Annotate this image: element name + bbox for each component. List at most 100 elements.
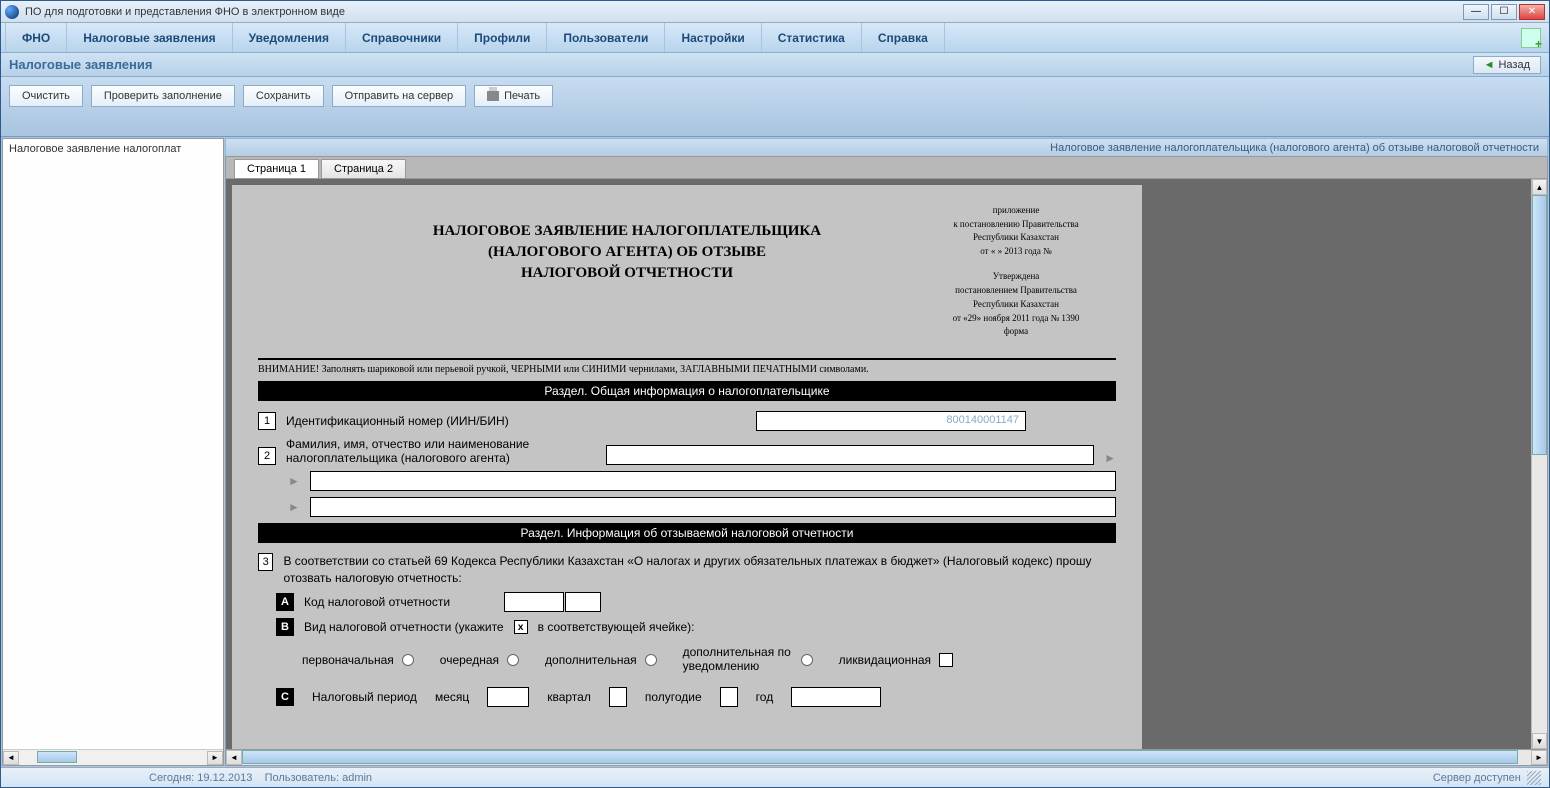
- maximize-button[interactable]: ☐: [1491, 4, 1517, 20]
- form-title: НАЛОГОВОЕ ЗАЯВЛЕНИЕ НАЛОГОПЛАТЕЛЬЩИКА (Н…: [258, 205, 916, 284]
- row-c-label: Налоговый период: [312, 690, 417, 704]
- doc-hscroll-thumb[interactable]: [242, 750, 1518, 764]
- menu-statistics[interactable]: Статистика: [762, 23, 862, 52]
- minimize-button[interactable]: —: [1463, 4, 1489, 20]
- menu-help[interactable]: Справка: [862, 23, 945, 52]
- row-1-label: Идентификационный номер (ИИН/БИН): [286, 414, 746, 428]
- period-quarter-input[interactable]: [609, 687, 627, 707]
- iin-bin-input[interactable]: 800140001147: [756, 411, 1026, 431]
- row-a-letter: A: [276, 593, 294, 611]
- opt-liquidation-check[interactable]: [939, 653, 953, 667]
- scroll-up-icon[interactable]: ▲: [1532, 179, 1547, 195]
- tree-panel: Налоговое заявление налогоплат ◄ ►: [2, 138, 224, 766]
- period-half-label: полугодие: [645, 690, 702, 704]
- doc-hscrollbar[interactable]: ◄ ►: [225, 750, 1548, 766]
- print-icon: [487, 91, 499, 101]
- status-date-label: Сегодня:: [149, 772, 194, 784]
- titlebar: ПО для подготовки и представления ФНО в …: [1, 1, 1549, 23]
- scroll-left-icon[interactable]: ◄: [3, 751, 19, 765]
- menu-tax-applications[interactable]: Налоговые заявления: [67, 23, 232, 52]
- subheader: Налоговые заявления ◄ Назад: [1, 53, 1549, 77]
- tab-page-1[interactable]: Страница 1: [234, 159, 319, 178]
- status-date: 19.12.2013: [197, 772, 252, 784]
- menu-settings[interactable]: Настройки: [665, 23, 761, 52]
- tab-page-2[interactable]: Страница 2: [321, 159, 406, 178]
- back-arrow-icon: ◄: [1484, 59, 1495, 71]
- save-button[interactable]: Сохранить: [243, 85, 324, 107]
- status-server: Сервер доступен: [1433, 772, 1521, 784]
- window-title: ПО для подготовки и представления ФНО в …: [25, 6, 1463, 18]
- opt-additional-label: дополнительная: [545, 653, 637, 667]
- row-3-number: 3: [258, 553, 273, 571]
- document-viewport: НАЛОГОВОЕ ЗАЯВЛЕНИЕ НАЛОГОПЛАТЕЛЬЩИКА (Н…: [226, 179, 1531, 749]
- row-3-text: В соответствии со статьей 69 Кодекса Рес…: [283, 553, 1116, 587]
- row-1-number: 1: [258, 412, 276, 430]
- opt-initial-label: первоначальная: [302, 653, 394, 667]
- clear-button[interactable]: Очистить: [9, 85, 83, 107]
- period-year-input[interactable]: [791, 687, 881, 707]
- print-button[interactable]: Печать: [474, 85, 553, 107]
- menu-directories[interactable]: Справочники: [346, 23, 458, 52]
- back-button[interactable]: ◄ Назад: [1473, 56, 1541, 74]
- section-1-header: Раздел. Общая информация о налогоплатель…: [258, 381, 1116, 401]
- appendix-block: приложение к постановлению Правительства…: [916, 205, 1116, 340]
- form-page: НАЛОГОВОЕ ЗАЯВЛЕНИЕ НАЛОГОПЛАТЕЛЬЩИКА (Н…: [232, 185, 1142, 749]
- doc-vscroll-thumb[interactable]: [1532, 195, 1547, 455]
- tree-hscroll-thumb[interactable]: [37, 751, 77, 763]
- menu-profiles[interactable]: Профили: [458, 23, 547, 52]
- scroll-down-icon[interactable]: ▼: [1532, 733, 1547, 749]
- page-tabs: Страница 1 Страница 2: [225, 156, 1548, 178]
- report-code-input-2[interactable]: [565, 592, 601, 612]
- app-icon: [5, 5, 19, 19]
- taxpayer-name-input-1[interactable]: [606, 445, 1094, 465]
- status-user-label: Пользователь:: [265, 772, 339, 784]
- x-marker-box: x: [514, 620, 528, 634]
- period-month-label: месяц: [435, 690, 469, 704]
- row-2-number: 2: [258, 447, 276, 465]
- report-code-input-1[interactable]: [504, 592, 564, 612]
- menu-fno[interactable]: ФНО: [5, 23, 67, 52]
- row-b-letter: B: [276, 618, 294, 636]
- doc-scroll-left-icon[interactable]: ◄: [226, 750, 242, 765]
- status-user: admin: [342, 772, 372, 784]
- expand-right-icon[interactable]: ►: [1104, 451, 1116, 465]
- section-2-header: Раздел. Информация об отзываемой налогов…: [258, 523, 1116, 543]
- resize-grip-icon[interactable]: [1527, 771, 1541, 785]
- row-b-label: Вид налоговой отчетности (укажите: [304, 620, 504, 634]
- menubar: ФНО Налоговые заявления Уведомления Спра…: [1, 23, 1549, 53]
- close-button[interactable]: ✕: [1519, 4, 1545, 20]
- expand-right-icon-2[interactable]: ►: [288, 474, 300, 488]
- page-subtitle: Налоговые заявления: [9, 57, 1473, 72]
- tree-root-item[interactable]: Налоговое заявление налогоплат: [3, 139, 223, 159]
- statusbar: Сегодня: 19.12.2013 Пользователь: admin …: [1, 767, 1549, 787]
- expand-right-icon-3[interactable]: ►: [288, 500, 300, 514]
- opt-additional-notif-label: дополнительная по уведомлению: [683, 646, 793, 672]
- row-c-letter: C: [276, 688, 294, 706]
- opt-liquidation-label: ликвидационная: [839, 653, 931, 667]
- doc-vscrollbar[interactable]: ▲ ▼: [1531, 179, 1547, 749]
- check-fill-button[interactable]: Проверить заполнение: [91, 85, 235, 107]
- period-year-label: год: [756, 690, 774, 704]
- row-2-label-line2: налогоплательщика (налогового агента): [286, 451, 596, 465]
- doc-scroll-right-icon[interactable]: ►: [1531, 750, 1547, 765]
- opt-additional-notif-radio[interactable]: [801, 654, 813, 666]
- period-month-input[interactable]: [487, 687, 529, 707]
- opt-regular-label: очередная: [440, 653, 499, 667]
- warning-text: ВНИМАНИЕ! Заполнять шариковой или перьев…: [258, 364, 1116, 375]
- back-label: Назад: [1498, 59, 1530, 71]
- opt-additional-radio[interactable]: [645, 654, 657, 666]
- opt-regular-radio[interactable]: [507, 654, 519, 666]
- add-window-icon[interactable]: [1521, 28, 1541, 48]
- row-2-label-line1: Фамилия, имя, отчество или наименование: [286, 437, 596, 451]
- taxpayer-name-input-2[interactable]: [310, 471, 1116, 491]
- taxpayer-name-input-3[interactable]: [310, 497, 1116, 517]
- tree-hscrollbar[interactable]: ◄ ►: [3, 749, 223, 765]
- send-server-button[interactable]: Отправить на сервер: [332, 85, 467, 107]
- toolbar: Очистить Проверить заполнение Сохранить …: [1, 77, 1549, 137]
- scroll-right-icon[interactable]: ►: [207, 751, 223, 765]
- opt-initial-radio[interactable]: [402, 654, 414, 666]
- menu-users[interactable]: Пользователи: [547, 23, 665, 52]
- period-half-input[interactable]: [720, 687, 738, 707]
- row-a-label: Код налоговой отчетности: [304, 595, 494, 609]
- menu-notifications[interactable]: Уведомления: [233, 23, 346, 52]
